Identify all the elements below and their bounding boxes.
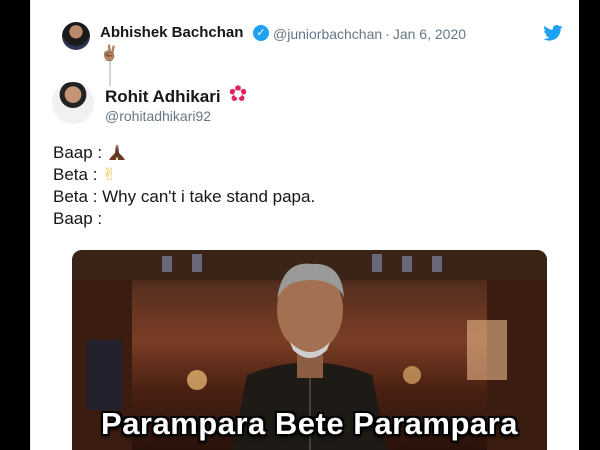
text-line-4: Baap : [53, 209, 315, 231]
parent-handle[interactable]: @juniorbachchan [273, 26, 382, 42]
meta-separator: · [385, 26, 390, 42]
text-line-prefix: Beta : Why can't i take stand papa. [53, 187, 316, 206]
reply-author-name[interactable]: Rohit Adhikari [105, 87, 221, 107]
verified-badge-icon: ✓ [253, 25, 269, 41]
parent-avatar[interactable] [62, 22, 90, 50]
text-line-prefix: Baap : [53, 143, 103, 162]
text-line-prefix: Beta : [53, 165, 98, 184]
meme-image[interactable]: Parampara Bete Parampara [72, 250, 547, 450]
parent-tweet-text: ✌🏽 [100, 45, 119, 62]
parent-meta: @juniorbachchan · Jan 6, 2020 [273, 26, 466, 42]
text-line-2: Beta : ✌ [53, 165, 315, 187]
reply-tweet-text: Baap : Beta : ✌ Beta : Why can't i take … [53, 143, 315, 231]
text-line-3: Beta : Why can't i take stand papa. [53, 187, 315, 209]
pray-icon [108, 144, 125, 160]
reply-handle[interactable]: @rohitadhikari92 [105, 108, 211, 124]
twitter-bird-icon[interactable] [543, 25, 563, 41]
text-line-1: Baap : [53, 143, 315, 165]
reply-avatar[interactable] [52, 82, 94, 124]
flower-badge-icon [229, 85, 247, 101]
text-line-prefix: Baap : [53, 209, 103, 228]
victory-hand-icon: ✌ [102, 165, 117, 184]
parent-author-name[interactable]: Abhishek Bachchan [100, 24, 243, 41]
meme-caption: Parampara Bete Parampara [101, 406, 518, 441]
parent-date[interactable]: Jan 6, 2020 [393, 26, 466, 42]
